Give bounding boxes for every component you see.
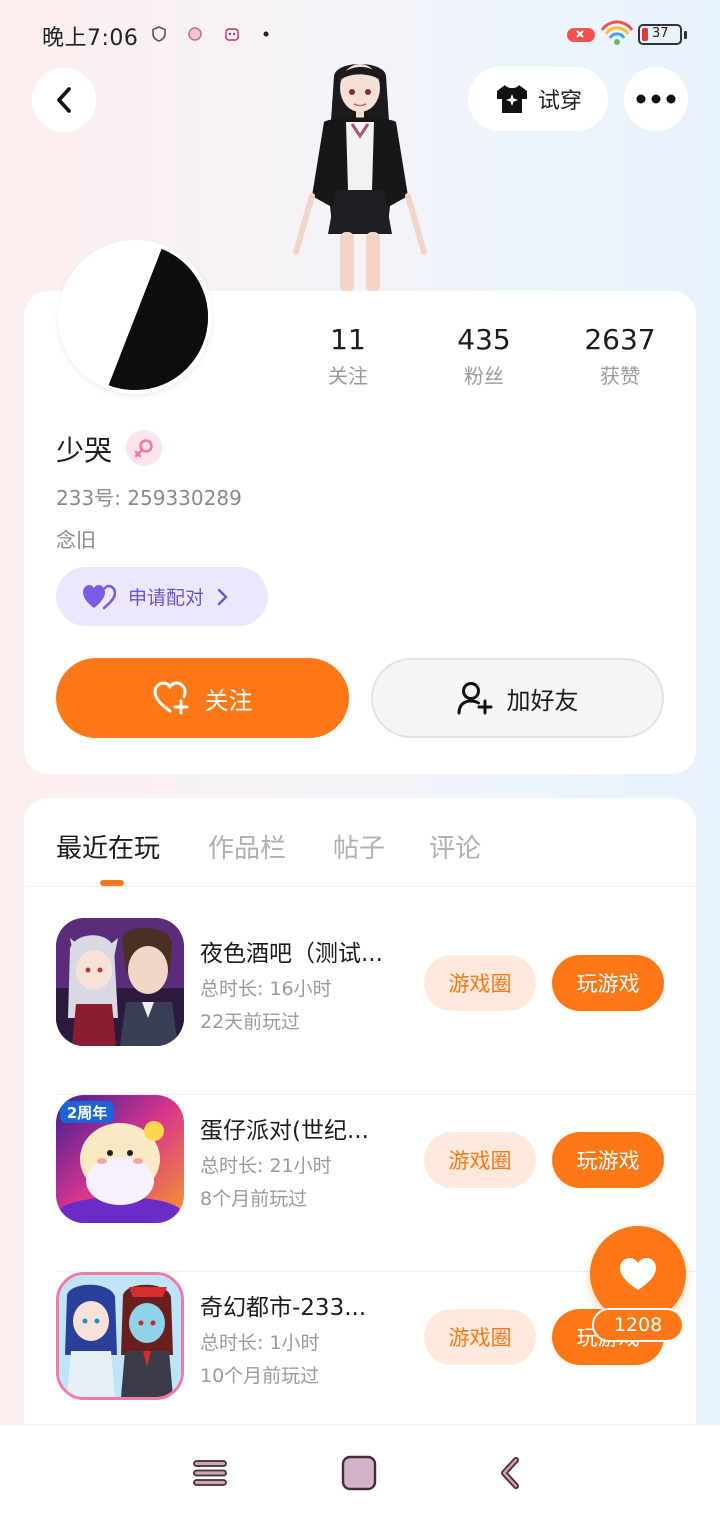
- svg-text:2周年: 2周年: [67, 1104, 107, 1122]
- game-icon-fantasy-city[interactable]: [56, 1272, 184, 1400]
- home-square-icon: [341, 1455, 377, 1491]
- following-count: 11: [330, 323, 366, 356]
- game-circle-button[interactable]: 游戏圈: [424, 1309, 536, 1365]
- tab-posts[interactable]: 帖子: [333, 828, 385, 865]
- following-label: 关注: [328, 364, 368, 388]
- stat-likes[interactable]: 2637 获赞: [560, 322, 680, 389]
- play-game-button[interactable]: 玩游戏: [552, 1132, 664, 1188]
- more-notifications-dot-icon: [263, 31, 269, 37]
- fans-count: 435: [457, 323, 511, 356]
- back-arrow-icon: [501, 1457, 519, 1489]
- menu-icon: [193, 1460, 227, 1486]
- play-game-button[interactable]: 玩游戏: [552, 955, 664, 1011]
- battery-level: 37: [652, 26, 669, 41]
- try-on-label: 试穿: [537, 89, 582, 114]
- system-back-button[interactable]: [490, 1453, 530, 1493]
- chevron-right-icon: [217, 588, 228, 605]
- tab-bar: 最近在玩 作品栏 帖子 评论: [24, 798, 696, 887]
- game-last-played: 10个月前玩过: [200, 1365, 320, 1387]
- more-button[interactable]: [624, 67, 688, 131]
- active-tab-indicator: [100, 880, 124, 886]
- add-friend-label: 加好友: [506, 686, 579, 715]
- stat-following[interactable]: 11 关注: [288, 322, 408, 389]
- likes-count: 2637: [584, 323, 656, 356]
- gender-badge: [126, 430, 162, 466]
- add-user-icon: [457, 682, 492, 715]
- chevron-left-icon: [57, 87, 71, 113]
- fans-label: 粉丝: [464, 364, 504, 388]
- t-shirt-icon: [496, 85, 527, 113]
- recent-apps-button[interactable]: [190, 1453, 230, 1493]
- add-friend-button[interactable]: 加好友: [371, 658, 664, 738]
- game-duration: 总时长: 16小时: [200, 978, 332, 1000]
- signature: 念旧: [56, 528, 96, 552]
- apply-pair-button[interactable]: 申请配对: [56, 567, 268, 626]
- shield-icon: [152, 26, 166, 42]
- tab-recently-played[interactable]: 最近在玩: [56, 828, 160, 865]
- likes-label: 获赞: [600, 364, 640, 388]
- heart-icon: [620, 1258, 656, 1290]
- nickname: 少哭: [56, 434, 113, 467]
- tab-works[interactable]: 作品栏: [208, 828, 286, 865]
- battery-icon: 37: [638, 24, 682, 45]
- battery-tip: [684, 31, 687, 39]
- more-dots-icon: [636, 94, 676, 104]
- avatar-character-figure: [293, 64, 427, 292]
- follow-button[interactable]: 关注: [56, 658, 349, 738]
- game-last-played: 8个月前玩过: [200, 1188, 308, 1210]
- stat-fans[interactable]: 435 粉丝: [424, 322, 544, 389]
- game-duration: 总时长: 1小时: [200, 1332, 320, 1354]
- wifi-icon: [600, 20, 634, 45]
- data-off-icon: [567, 28, 595, 42]
- avatar[interactable]: [58, 240, 212, 394]
- like-count: 1208: [592, 1308, 684, 1342]
- female-icon: [134, 439, 153, 458]
- system-nav-bar: [0, 1424, 720, 1520]
- avatar-image: [62, 244, 208, 390]
- app-notification-icon: [225, 28, 239, 41]
- follow-label: 关注: [204, 686, 253, 715]
- app-notification-icon: [188, 27, 202, 41]
- game-title: 奇幻都市-233...: [200, 1295, 367, 1321]
- content-card: 最近在玩 作品栏 帖子 评论 夜色酒吧（测试... 总时长: 16小时 22天前…: [24, 798, 696, 1438]
- game-icon-night-bar[interactable]: [56, 918, 184, 1046]
- game-title: 蛋仔派对(世纪...: [200, 1118, 369, 1144]
- game-row[interactable]: 夜色酒吧（测试... 总时长: 16小时 22天前玩过 游戏圈 玩游戏: [56, 918, 696, 1095]
- game-title: 夜色酒吧（测试...: [200, 941, 383, 967]
- home-button[interactable]: [339, 1453, 379, 1493]
- game-last-played: 22天前玩过: [200, 1011, 301, 1033]
- tab-comments[interactable]: 评论: [429, 828, 481, 865]
- game-circle-button[interactable]: 游戏圈: [424, 955, 536, 1011]
- double-heart-icon: [83, 584, 116, 609]
- game-duration: 总时长: 21小时: [200, 1155, 332, 1177]
- try-on-button[interactable]: 试穿: [468, 67, 608, 131]
- heart-plus-icon: [153, 681, 188, 715]
- apply-pair-label: 申请配对: [128, 587, 205, 609]
- game-icon-party[interactable]: 2周年: [56, 1095, 184, 1223]
- game-circle-button[interactable]: 游戏圈: [424, 1132, 536, 1188]
- back-button[interactable]: [32, 68, 96, 132]
- status-time: 晚上7:06: [42, 26, 139, 51]
- user-id: 233号: 259330289: [56, 486, 242, 510]
